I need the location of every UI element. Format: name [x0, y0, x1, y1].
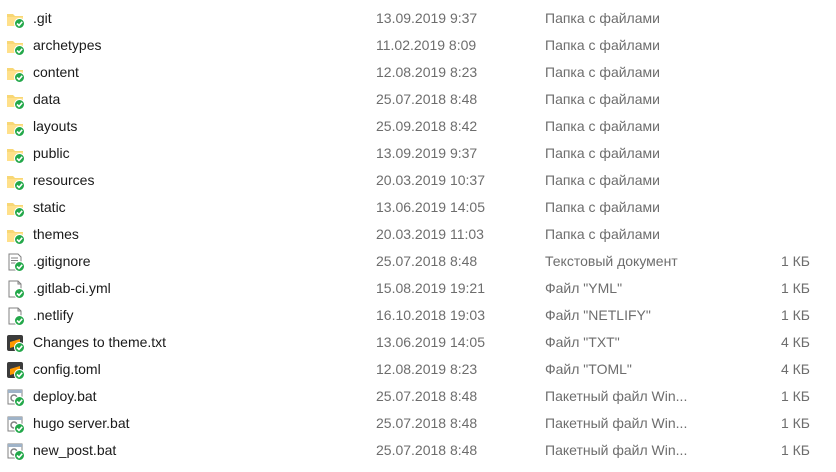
folder-synced-icon	[5, 144, 25, 164]
file-row[interactable]: static 13.06.2019 14:05 Папка с файлами	[0, 194, 836, 221]
file-size: 4 КБ	[780, 334, 810, 350]
file-row[interactable]: layouts 25.09.2018 8:42 Папка с файлами	[0, 113, 836, 140]
folder-synced-icon	[5, 90, 25, 110]
file-row[interactable]: .git 13.09.2019 9:37 Папка с файлами	[0, 5, 836, 32]
file-row[interactable]: public 13.09.2019 9:37 Папка с файлами	[0, 140, 836, 167]
blank-file-synced-icon	[5, 306, 25, 326]
file-date: 11.02.2019 8:09	[376, 37, 477, 53]
file-type: Папка с файлами	[545, 64, 660, 80]
file-name: static	[33, 199, 66, 215]
file-date: 12.08.2019 8:23	[376, 64, 478, 80]
file-size: 1 КБ	[780, 388, 810, 404]
file-name: new_post.bat	[33, 442, 117, 458]
file-date: 13.06.2019 14:05	[376, 334, 485, 350]
file-type: Файл "YML"	[545, 280, 623, 296]
file-name: resources	[33, 172, 95, 188]
folder-synced-icon	[5, 171, 25, 191]
file-name: .gitlab-ci.yml	[33, 280, 111, 296]
file-row[interactable]: Changes to theme.txt 13.06.2019 14:05 Файл…	[0, 329, 836, 356]
folder-synced-icon	[5, 36, 25, 56]
file-date: 15.08.2019 19:21	[376, 280, 485, 296]
file-type: Папка с файлами	[545, 226, 660, 242]
file-date: 25.07.2018 8:48	[376, 253, 478, 269]
file-size: 1 КБ	[780, 253, 810, 269]
file-date: 25.07.2018 8:48	[376, 415, 478, 431]
file-type: Папка с файлами	[545, 172, 660, 188]
file-type: Пакетный файл Win...	[545, 415, 688, 431]
folder-synced-icon	[5, 63, 25, 83]
file-name: themes	[33, 226, 79, 242]
sublime-file-synced-icon	[5, 360, 25, 380]
file-type: Папка с файлами	[545, 199, 660, 215]
file-name: archetypes	[33, 37, 102, 53]
file-name: data	[33, 91, 61, 107]
sublime-file-synced-icon	[5, 333, 25, 353]
file-type: Папка с файлами	[545, 118, 660, 134]
file-row[interactable]: .gitlab-ci.yml 15.08.2019 19:21 Файл "YML"…	[0, 275, 836, 302]
file-row[interactable]: new_post.bat 25.07.2018 8:48 Пакетный файл…	[0, 437, 836, 464]
file-row[interactable]: content 12.08.2019 8:23 Папка с файлами	[0, 59, 836, 86]
file-row[interactable]: .netlify 16.10.2018 19:03 Файл "NETLIFY" 1 …	[0, 302, 836, 329]
batch-file-synced-icon	[5, 414, 25, 434]
folder-synced-icon	[5, 225, 25, 245]
blank-file-synced-icon	[5, 279, 25, 299]
file-name: .netlify	[33, 307, 74, 323]
file-name: public	[33, 145, 70, 161]
file-name: .gitignore	[33, 253, 91, 269]
file-date: 13.06.2019 14:05	[376, 199, 485, 215]
file-size: 1 КБ	[780, 280, 810, 296]
file-row[interactable]: hugo server.bat 25.07.2018 8:48 Пакетный ф…	[0, 410, 836, 437]
file-date: 25.07.2018 8:48	[376, 91, 478, 107]
folder-synced-icon	[5, 198, 25, 218]
file-type: Файл "TOML"	[545, 361, 632, 377]
file-size: 1 КБ	[780, 442, 810, 458]
file-type: Папка с файлами	[545, 91, 660, 107]
file-name: config.toml	[33, 361, 101, 377]
file-row[interactable]: data 25.07.2018 8:48 Папка с файлами	[0, 86, 836, 113]
file-name: deploy.bat	[33, 388, 97, 404]
batch-file-synced-icon	[5, 441, 25, 461]
file-type: Файл "NETLIFY"	[545, 307, 651, 323]
file-type: Файл "TXT"	[545, 334, 620, 350]
file-type: Папка с файлами	[545, 37, 660, 53]
file-type: Папка с файлами	[545, 10, 660, 26]
file-name: .git	[33, 10, 52, 26]
folder-synced-icon	[5, 9, 25, 29]
file-date: 25.07.2018 8:48	[376, 388, 478, 404]
text-file-synced-icon	[5, 252, 25, 272]
file-date: 25.09.2018 8:42	[376, 118, 478, 134]
file-type: Пакетный файл Win...	[545, 442, 688, 458]
file-row[interactable]: deploy.bat 25.07.2018 8:48 Пакетный файл W…	[0, 383, 836, 410]
file-size: 1 КБ	[780, 415, 810, 431]
file-row[interactable]: .gitignore 25.07.2018 8:48 Текстовый докум…	[0, 248, 836, 275]
file-date: 12.08.2019 8:23	[376, 361, 478, 377]
file-date: 16.10.2018 19:03	[376, 307, 485, 323]
folder-synced-icon	[5, 117, 25, 137]
file-name: layouts	[33, 118, 78, 134]
file-name: hugo server.bat	[33, 415, 130, 431]
file-row[interactable]: resources 20.03.2019 10:37 Папка с файлами	[0, 167, 836, 194]
file-row[interactable]: archetypes 11.02.2019 8:09 Папка с файлами	[0, 32, 836, 59]
file-date: 25.07.2018 8:48	[376, 442, 478, 458]
file-size: 4 КБ	[780, 361, 810, 377]
file-list: .git 13.09.2019 9:37 Папка с файлами archet…	[0, 0, 836, 472]
file-row[interactable]: config.toml 12.08.2019 8:23 Файл "TOML" 4 К…	[0, 356, 836, 383]
file-date: 20.03.2019 11:03	[376, 226, 484, 242]
file-name: content	[33, 64, 79, 80]
file-type: Текстовый документ	[545, 253, 678, 269]
batch-file-synced-icon	[5, 387, 25, 407]
file-date: 13.09.2019 9:37	[376, 10, 478, 26]
file-date: 20.03.2019 10:37	[376, 172, 485, 188]
file-size: 1 КБ	[780, 307, 810, 323]
file-name: Changes to theme.txt	[33, 334, 167, 350]
file-date: 13.09.2019 9:37	[376, 145, 478, 161]
file-type: Папка с файлами	[545, 145, 660, 161]
file-type: Пакетный файл Win...	[545, 388, 688, 404]
file-row[interactable]: themes 20.03.2019 11:03 Папка с файлами	[0, 221, 836, 248]
